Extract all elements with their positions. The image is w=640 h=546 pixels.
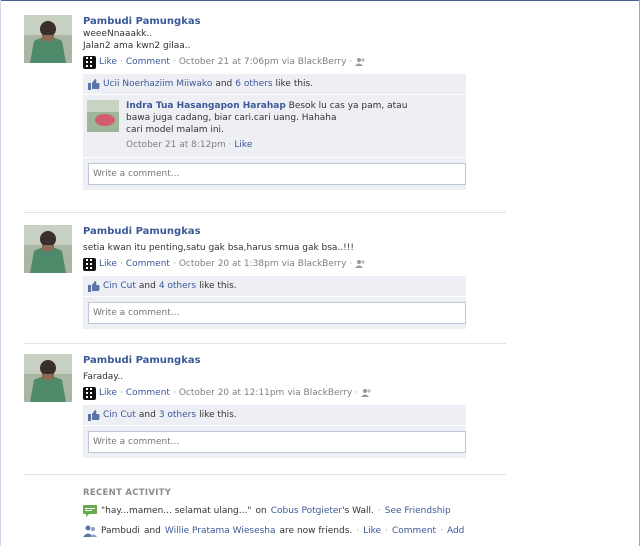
story-divider: [24, 212, 506, 213]
liker-name[interactable]: Cin Cut: [103, 405, 136, 425]
top-border: [0, 0, 640, 1]
write-comment-input[interactable]: [88, 163, 466, 185]
feedback-box: Cin Cut and 4 others like this.: [83, 276, 466, 329]
thumbs-up-icon: [88, 78, 100, 90]
likes-others-link[interactable]: 4 others: [159, 276, 196, 296]
friend-b-link[interactable]: Willie Pratama Wiesesha: [165, 523, 276, 539]
comment-link[interactable]: Comment: [126, 257, 170, 271]
thumbs-up-icon: [88, 409, 100, 421]
blackberry-icon: [83, 386, 96, 400]
feedback-box: Cin Cut and 3 others like this.: [83, 405, 466, 458]
likes-and: and: [138, 410, 156, 420]
activity-add-link[interactable]: Add: [447, 523, 464, 539]
likes-and: and: [215, 79, 233, 89]
like-link[interactable]: Like: [99, 257, 117, 271]
wall-suffix: 's Wall.: [342, 506, 374, 516]
likes-suffix: like this.: [199, 410, 237, 420]
post-actions: Like · Comment · October 21 at 7:06pm vi…: [83, 55, 506, 69]
left-border: [0, 0, 1, 546]
friend-a: Pambudi: [101, 526, 140, 536]
likes-and: and: [138, 281, 156, 291]
blackberry-icon: [83, 55, 96, 69]
comment-item: Indra Tua Hasangapon Harahap Besok lu ca…: [83, 95, 466, 158]
write-comment-input[interactable]: [88, 431, 466, 453]
feedback-box: Ucii Noerhaziim Miiwako and 6 others lik…: [83, 74, 466, 190]
author-avatar[interactable]: [24, 15, 72, 63]
wall-post-quote: "hay...mamen... selamat ulang...": [101, 506, 252, 516]
story-divider: [24, 343, 506, 344]
blackberry-icon: [83, 257, 96, 271]
story-divider: [24, 474, 506, 475]
comment-meta: October 21 at 8:12pm · Like: [126, 140, 253, 150]
timestamp[interactable]: October 20 at 1:38pm: [179, 257, 279, 271]
activity-comment-link[interactable]: Comment: [392, 523, 436, 539]
author-name[interactable]: Pambudi Pamungkas: [83, 225, 506, 238]
recent-activity: RECENT ACTIVITY "hay...mamen... selamat …: [83, 487, 503, 539]
friends-privacy-icon[interactable]: [361, 388, 372, 398]
likes-suffix: like this.: [275, 79, 314, 89]
timestamp[interactable]: October 21 at 7:06pm: [179, 55, 279, 69]
wall-owner-link[interactable]: Cobus Potgieter: [271, 506, 342, 516]
author-avatar[interactable]: [24, 354, 72, 402]
activity-friends: Pambudi and Willie Pratama Wiesesha are …: [83, 523, 503, 539]
write-comment-row: [83, 158, 466, 190]
comment-link[interactable]: Comment: [126, 386, 170, 400]
likes-summary: Cin Cut and 4 others like this.: [83, 276, 466, 297]
friends-suffix: are now friends.: [279, 526, 353, 536]
comment-body: Indra Tua Hasangapon Harahap Besok lu ca…: [126, 100, 461, 136]
author-name[interactable]: Pambudi Pamungkas: [83, 15, 506, 28]
via-source: via BlackBerry: [287, 388, 353, 398]
write-comment-row: [83, 426, 466, 458]
thumbs-up-icon: [88, 280, 100, 292]
post-message-line: weeeNnaaakk..: [83, 29, 153, 39]
timestamp[interactable]: October 20 at 12:11pm: [179, 386, 285, 400]
likes-summary: Cin Cut and 3 others like this.: [83, 405, 466, 426]
author-name[interactable]: Pambudi Pamungkas: [83, 354, 506, 367]
activity-like-link[interactable]: Like: [363, 523, 381, 539]
friends-icon: [83, 525, 97, 537]
commenter-name[interactable]: Indra Tua Hasangapon Harahap: [126, 101, 286, 111]
comment-text-line: cari model malam ini.: [126, 125, 224, 135]
comment-text-line: bawa juga cadang, biar cari.cari uang. H…: [126, 113, 337, 123]
see-friendship-link[interactable]: See Friendship: [385, 503, 451, 519]
post-actions: Like · Comment · October 20 at 12:11pm v…: [83, 386, 506, 400]
likes-others-link[interactable]: 3 others: [159, 405, 196, 425]
comment-link[interactable]: Comment: [126, 55, 170, 69]
liker-name[interactable]: Cin Cut: [103, 276, 136, 296]
post-actions: Like · Comment · October 20 at 1:38pm vi…: [83, 257, 506, 271]
post-message: setia kwan itu penting,satu gak bsa,haru…: [83, 242, 506, 254]
recent-activity-title: RECENT ACTIVITY: [83, 488, 172, 498]
friends-privacy-icon[interactable]: [355, 57, 366, 67]
likes-others-link[interactable]: 6 others: [235, 74, 272, 94]
post-message-line: Faraday..: [83, 372, 124, 382]
friends-and: and: [143, 526, 161, 536]
like-link[interactable]: Like: [99, 55, 117, 69]
via-source: via BlackBerry: [281, 57, 347, 67]
comment-timestamp[interactable]: October 21 at 8:12pm: [126, 140, 226, 150]
author-avatar[interactable]: [24, 225, 72, 273]
comment-text-line: Besok lu cas ya pam, atau: [288, 101, 408, 111]
speech-bubble-icon: [83, 505, 97, 517]
friends-privacy-icon[interactable]: [355, 259, 366, 269]
activity-wall-post: "hay...mamen... selamat ulang..." on Cob…: [83, 503, 503, 519]
post-message: Faraday..: [83, 371, 506, 383]
post-message-line: Jalan2 ama kwn2 gilaa..: [83, 41, 191, 51]
likes-summary: Ucii Noerhaziim Miiwako and 6 others lik…: [83, 74, 466, 95]
post-message: weeeNnaaakk.. Jalan2 ama kwn2 gilaa..: [83, 28, 506, 52]
via-source: via BlackBerry: [281, 259, 347, 269]
wall-post-on: on: [255, 506, 267, 516]
liker-name[interactable]: Ucii Noerhaziim Miiwako: [103, 74, 212, 94]
post-message-line: setia kwan itu penting,satu gak bsa,haru…: [83, 243, 354, 253]
comment-like-link[interactable]: Like: [234, 140, 252, 150]
like-link[interactable]: Like: [99, 386, 117, 400]
likes-suffix: like this.: [199, 281, 237, 291]
write-comment-input[interactable]: [88, 302, 466, 324]
commenter-avatar[interactable]: [87, 100, 119, 132]
write-comment-row: [83, 297, 466, 329]
